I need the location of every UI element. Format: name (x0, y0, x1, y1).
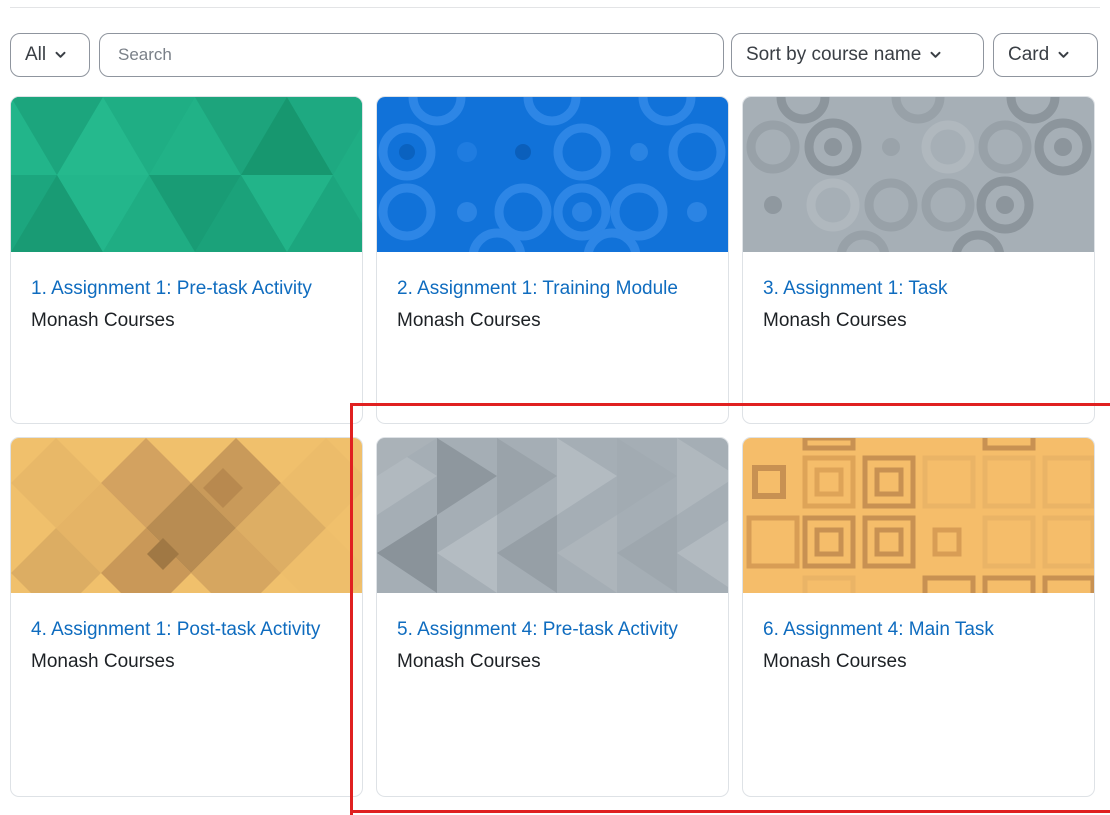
filter-label: All (25, 44, 47, 65)
course-title-link[interactable]: 5. Assignment 4: Pre-task Activity (397, 614, 718, 646)
highlight-annotation-bottom (350, 810, 1110, 813)
view-label: Card (1008, 44, 1050, 65)
course-title-link[interactable]: 2. Assignment 1: Training Module (397, 273, 718, 305)
view-dropdown[interactable]: Card (993, 33, 1098, 77)
course-category: Monash Courses (763, 651, 907, 672)
course-image-grey-circles[interactable] (743, 97, 1094, 252)
course-image-grey-triangles[interactable] (377, 438, 728, 593)
course-toolbar: All Sort by course name Card (10, 33, 1098, 77)
course-category: Monash Courses (763, 310, 907, 331)
course-image-orange-squares[interactable] (743, 438, 1094, 593)
course-card[interactable]: 2. Assignment 1: Training Module Monash … (376, 96, 729, 424)
course-image-green-triangles[interactable] (11, 97, 362, 252)
top-divider (10, 7, 1100, 8)
sort-dropdown[interactable]: Sort by course name (731, 33, 984, 77)
course-card[interactable]: 3. Assignment 1: Task Monash Courses (742, 96, 1095, 424)
filter-dropdown[interactable]: All (10, 33, 90, 77)
course-image-orange-diamonds[interactable] (11, 438, 362, 593)
course-category: Monash Courses (397, 651, 541, 672)
course-title-link[interactable]: 3. Assignment 1: Task (763, 273, 1084, 305)
course-card[interactable]: 4. Assignment 1: Post-task Activity Mona… (10, 437, 363, 797)
search-input[interactable] (99, 33, 724, 77)
course-title-link[interactable]: 4. Assignment 1: Post-task Activity (31, 614, 352, 646)
course-card[interactable]: 1. Assignment 1: Pre-task Activity Monas… (10, 96, 363, 424)
chevron-down-icon (55, 51, 66, 59)
chevron-down-icon (1058, 51, 1069, 59)
course-card[interactable]: 5. Assignment 4: Pre-task Activity Monas… (376, 437, 729, 797)
course-image-blue-circles[interactable] (377, 97, 728, 252)
course-title-link[interactable]: 1. Assignment 1: Pre-task Activity (31, 273, 352, 305)
course-category: Monash Courses (397, 310, 541, 331)
chevron-down-icon (930, 51, 941, 59)
sort-label: Sort by course name (746, 44, 922, 65)
course-title-link[interactable]: 6. Assignment 4: Main Task (763, 614, 1084, 646)
course-card[interactable]: 6. Assignment 4: Main Task Monash Course… (742, 437, 1095, 797)
course-category: Monash Courses (31, 310, 175, 331)
course-category: Monash Courses (31, 651, 175, 672)
